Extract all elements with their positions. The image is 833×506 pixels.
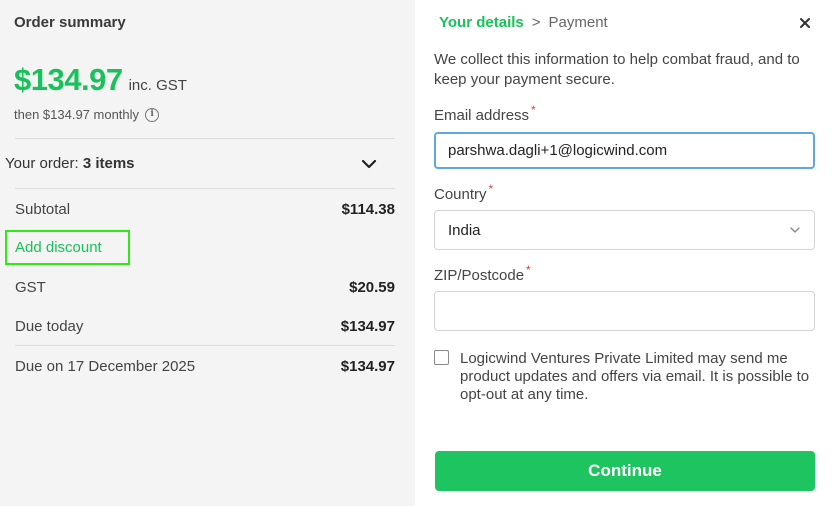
country-label-text: Country bbox=[434, 186, 487, 203]
price-suffix: inc. GST bbox=[128, 77, 187, 94]
breadcrumb-payment: Payment bbox=[548, 14, 608, 31]
chevron-down-icon[interactable] bbox=[360, 155, 378, 173]
add-discount-link[interactable]: Add discount bbox=[5, 230, 130, 265]
zip-field[interactable] bbox=[434, 291, 815, 331]
consent-checkbox[interactable] bbox=[434, 350, 449, 365]
total-price: $134.97 bbox=[14, 62, 123, 97]
divider bbox=[15, 138, 395, 139]
row-label: GST bbox=[15, 279, 46, 296]
monthly-note: then $134.97 monthly i bbox=[14, 107, 160, 122]
close-icon[interactable] bbox=[798, 16, 812, 30]
email-field[interactable] bbox=[434, 132, 815, 169]
subtotal-row: Subtotal $114.38 bbox=[15, 201, 395, 218]
price-block: $134.97 inc. GST bbox=[14, 62, 187, 98]
monthly-text: then $134.97 monthly bbox=[14, 107, 140, 122]
your-order-count: 3 items bbox=[82, 155, 135, 172]
row-label: Due on 17 December 2025 bbox=[15, 358, 196, 375]
zip-label: ZIP/Postcode * bbox=[434, 263, 531, 284]
breadcrumb-separator: > bbox=[531, 14, 541, 31]
chevron-down-icon bbox=[790, 227, 800, 233]
your-order-label: Your order: bbox=[5, 155, 83, 172]
row-value: $134.97 bbox=[340, 358, 395, 375]
row-value: $134.97 bbox=[340, 318, 395, 335]
details-form-panel: Your details > Payment We collect this i… bbox=[415, 0, 833, 506]
breadcrumb-your-details[interactable]: Your details bbox=[439, 14, 524, 31]
consent-text: Logicwind Ventures Private Limited may s… bbox=[460, 350, 810, 403]
gst-row: GST $20.59 bbox=[15, 279, 395, 296]
intro-text: We collect this information to help comb… bbox=[434, 51, 800, 88]
divider bbox=[15, 345, 395, 346]
continue-button[interactable]: Continue bbox=[435, 451, 815, 491]
row-value: $20.59 bbox=[349, 279, 395, 296]
email-label: Email address * bbox=[434, 103, 536, 124]
country-value: India bbox=[448, 221, 481, 239]
zip-label-text: ZIP/Postcode bbox=[434, 267, 525, 284]
due-today-row: Due today $134.97 bbox=[15, 318, 395, 335]
country-select[interactable]: India bbox=[434, 210, 815, 250]
divider bbox=[15, 188, 395, 189]
breadcrumb: Your details > Payment bbox=[439, 14, 608, 31]
country-label: Country * bbox=[434, 182, 493, 203]
required-mark: * bbox=[526, 263, 531, 277]
due-later-row: Due on 17 December 2025 $134.97 bbox=[15, 358, 395, 375]
required-mark: * bbox=[531, 103, 536, 117]
row-value: $114.38 bbox=[341, 201, 395, 218]
order-summary-panel: Order summary $134.97 inc. GST then $134… bbox=[0, 0, 415, 506]
email-label-text: Email address bbox=[434, 107, 530, 124]
required-mark: * bbox=[488, 182, 494, 196]
info-icon[interactable]: i bbox=[145, 107, 160, 122]
order-summary-title: Order summary bbox=[14, 14, 126, 31]
row-label: Subtotal bbox=[15, 201, 71, 218]
your-order-toggle[interactable]: Your order: 3 items bbox=[5, 155, 135, 172]
row-label: Due today bbox=[15, 318, 84, 335]
